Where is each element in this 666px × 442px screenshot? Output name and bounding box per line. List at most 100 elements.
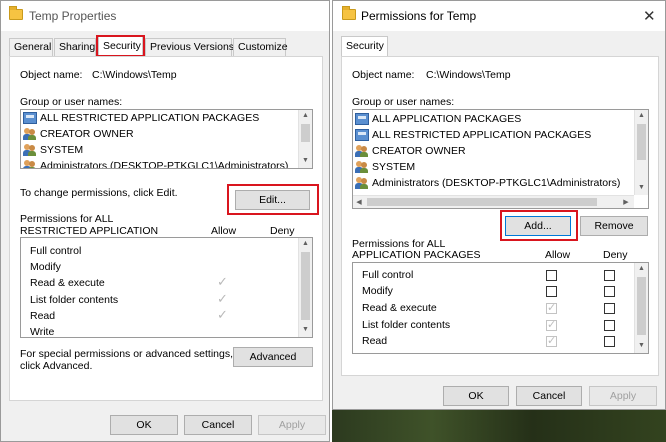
user-name: CREATOR OWNER <box>372 145 466 157</box>
remove-button[interactable]: Remove <box>580 216 648 236</box>
allow-checkbox[interactable]: ✓ <box>546 319 557 331</box>
perm-list-folder: List folder contents <box>30 294 119 306</box>
close-icon[interactable]: ✕ <box>643 7 656 25</box>
tab-security[interactable]: Security <box>341 36 388 57</box>
perm-read-execute: Read & execute <box>30 277 105 289</box>
object-name-label: Object name: <box>20 69 83 81</box>
scroll-down-arrow-icon[interactable]: ▼ <box>299 326 312 333</box>
deny-checkbox[interactable] <box>604 303 615 314</box>
allow-check-icon: ✓ <box>217 291 228 306</box>
scroll-thumb[interactable] <box>367 198 597 206</box>
scroll-up-arrow-icon[interactable]: ▲ <box>635 112 648 119</box>
tab-sharing[interactable]: Sharing <box>54 38 96 56</box>
list-item[interactable]: ALL RESTRICTED APPLICATION PACKAGES <box>21 111 297 126</box>
vertical-scrollbar[interactable]: ▲ ▼ <box>634 110 648 195</box>
allow-checkbox[interactable] <box>546 270 557 281</box>
deny-checkbox[interactable] <box>604 270 615 281</box>
user-name: ALL APPLICATION PACKAGES <box>372 113 522 125</box>
title-bar[interactable]: Temp Properties <box>1 1 329 31</box>
users-icon <box>355 161 369 173</box>
allow-checkbox[interactable]: ✓ <box>546 302 557 314</box>
special-permissions-line1: For special permissions or advanced sett… <box>20 348 234 360</box>
scroll-down-arrow-icon[interactable]: ▼ <box>635 184 648 191</box>
user-name: SYSTEM <box>372 161 416 173</box>
deny-checkbox[interactable] <box>604 320 615 331</box>
perm-full-control: Full control <box>30 245 82 257</box>
scroll-thumb[interactable] <box>637 277 646 335</box>
vertical-scrollbar[interactable]: ▲ ▼ <box>298 110 312 168</box>
scroll-up-arrow-icon[interactable]: ▲ <box>299 112 312 119</box>
user-name: ALL RESTRICTED APPLICATION PACKAGES <box>372 129 592 141</box>
scroll-right-arrow-icon[interactable]: ▶ <box>620 198 632 206</box>
change-permissions-text: To change permissions, click Edit. <box>20 187 178 199</box>
security-panel: Object name: C:\Windows\Temp Group or us… <box>341 56 659 376</box>
object-name-value: C:\Windows\Temp <box>92 69 177 81</box>
window-title: Permissions for Temp <box>361 9 477 23</box>
cancel-button[interactable]: Cancel <box>184 415 252 435</box>
folder-icon <box>9 6 23 20</box>
deny-checkbox[interactable] <box>604 336 615 347</box>
cancel-button[interactable]: Cancel <box>516 386 582 406</box>
object-name-label: Object name: <box>352 69 415 81</box>
allow-check-icon: ✓ <box>217 307 228 322</box>
users-icon <box>355 145 369 157</box>
tab-previous-versions[interactable]: Previous Versions <box>145 38 234 56</box>
apply-button[interactable]: Apply <box>258 415 326 435</box>
scroll-down-arrow-icon[interactable]: ▼ <box>299 157 312 164</box>
group-label: Group or user names: <box>20 96 123 108</box>
tab-general[interactable]: General <box>9 38 53 56</box>
list-item[interactable]: Administrators (DESKTOP-PTKGLC1\Administ… <box>353 176 633 191</box>
list-item[interactable]: ALL APPLICATION PACKAGES <box>353 112 633 127</box>
perm-modify: Modify <box>30 261 61 273</box>
special-permissions-line2: click Advanced. <box>20 360 93 372</box>
users-icon <box>23 128 37 140</box>
horizontal-scrollbar[interactable]: ◀ ▶ <box>353 195 634 208</box>
temp-properties-window: Temp Properties General Sharing Security… <box>0 0 330 442</box>
security-panel: Object name: C:\Windows\Temp Group or us… <box>9 56 323 401</box>
ok-button[interactable]: OK <box>443 386 509 406</box>
allow-header: Allow <box>545 249 571 261</box>
group-label: Group or user names: <box>352 96 455 108</box>
perm-write: Write <box>30 326 55 338</box>
user-name: Administrators (DESKTOP-PTKGLC1\Administ… <box>372 177 621 189</box>
vertical-scrollbar[interactable]: ▲ ▼ <box>298 238 312 337</box>
scroll-up-arrow-icon[interactable]: ▲ <box>635 265 648 272</box>
title-bar[interactable]: Permissions for Temp ✕ <box>333 1 665 31</box>
permissions-list[interactable]: Full control Modify Read & execute List … <box>20 237 313 338</box>
scroll-thumb[interactable] <box>637 124 646 160</box>
add-button-highlight <box>500 210 578 241</box>
security-tab-highlight <box>96 35 145 57</box>
tab-customize[interactable]: Customize <box>233 38 288 56</box>
scroll-thumb[interactable] <box>301 124 310 142</box>
user-name: CREATOR OWNER <box>40 128 134 140</box>
deny-header: Deny <box>270 225 295 237</box>
ok-button[interactable]: OK <box>110 415 178 435</box>
package-icon <box>23 112 37 124</box>
list-item[interactable]: CREATOR OWNER <box>21 127 297 142</box>
deny-checkbox[interactable] <box>604 286 615 297</box>
allow-checkbox[interactable]: ✓ <box>546 335 557 347</box>
list-item[interactable]: SYSTEM <box>21 143 297 158</box>
advanced-button[interactable]: Advanced <box>233 347 313 367</box>
scroll-up-arrow-icon[interactable]: ▲ <box>299 240 312 247</box>
user-list[interactable]: ALL APPLICATION PACKAGES ALL RESTRICTED … <box>352 109 649 209</box>
list-item[interactable]: Administrators (DESKTOP-PTKGLC1\Administ… <box>21 159 297 169</box>
list-item[interactable]: CREATOR OWNER <box>353 144 633 159</box>
user-name: SYSTEM <box>40 144 84 156</box>
scroll-left-arrow-icon[interactable]: ◀ <box>353 198 365 206</box>
user-name: Administrators (DESKTOP-PTKGLC1\Administ… <box>40 160 289 169</box>
allow-checkbox[interactable] <box>546 286 557 297</box>
perm-list-folder: List folder contents <box>362 319 451 331</box>
edit-button-highlight <box>227 184 319 215</box>
user-list[interactable]: ALL RESTRICTED APPLICATION PACKAGES CREA… <box>20 109 313 169</box>
scroll-down-arrow-icon[interactable]: ▼ <box>635 342 648 349</box>
folder-icon <box>342 6 356 20</box>
perm-read: Read <box>30 310 56 322</box>
list-item[interactable]: SYSTEM <box>353 160 633 175</box>
permissions-list[interactable]: Full control Modify Read & execute List … <box>352 262 649 354</box>
apply-button[interactable]: Apply <box>589 386 657 406</box>
object-name-value: C:\Windows\Temp <box>426 69 511 81</box>
scroll-thumb[interactable] <box>301 252 310 320</box>
list-item[interactable]: ALL RESTRICTED APPLICATION PACKAGES <box>353 128 633 143</box>
vertical-scrollbar[interactable]: ▲ ▼ <box>634 263 648 353</box>
